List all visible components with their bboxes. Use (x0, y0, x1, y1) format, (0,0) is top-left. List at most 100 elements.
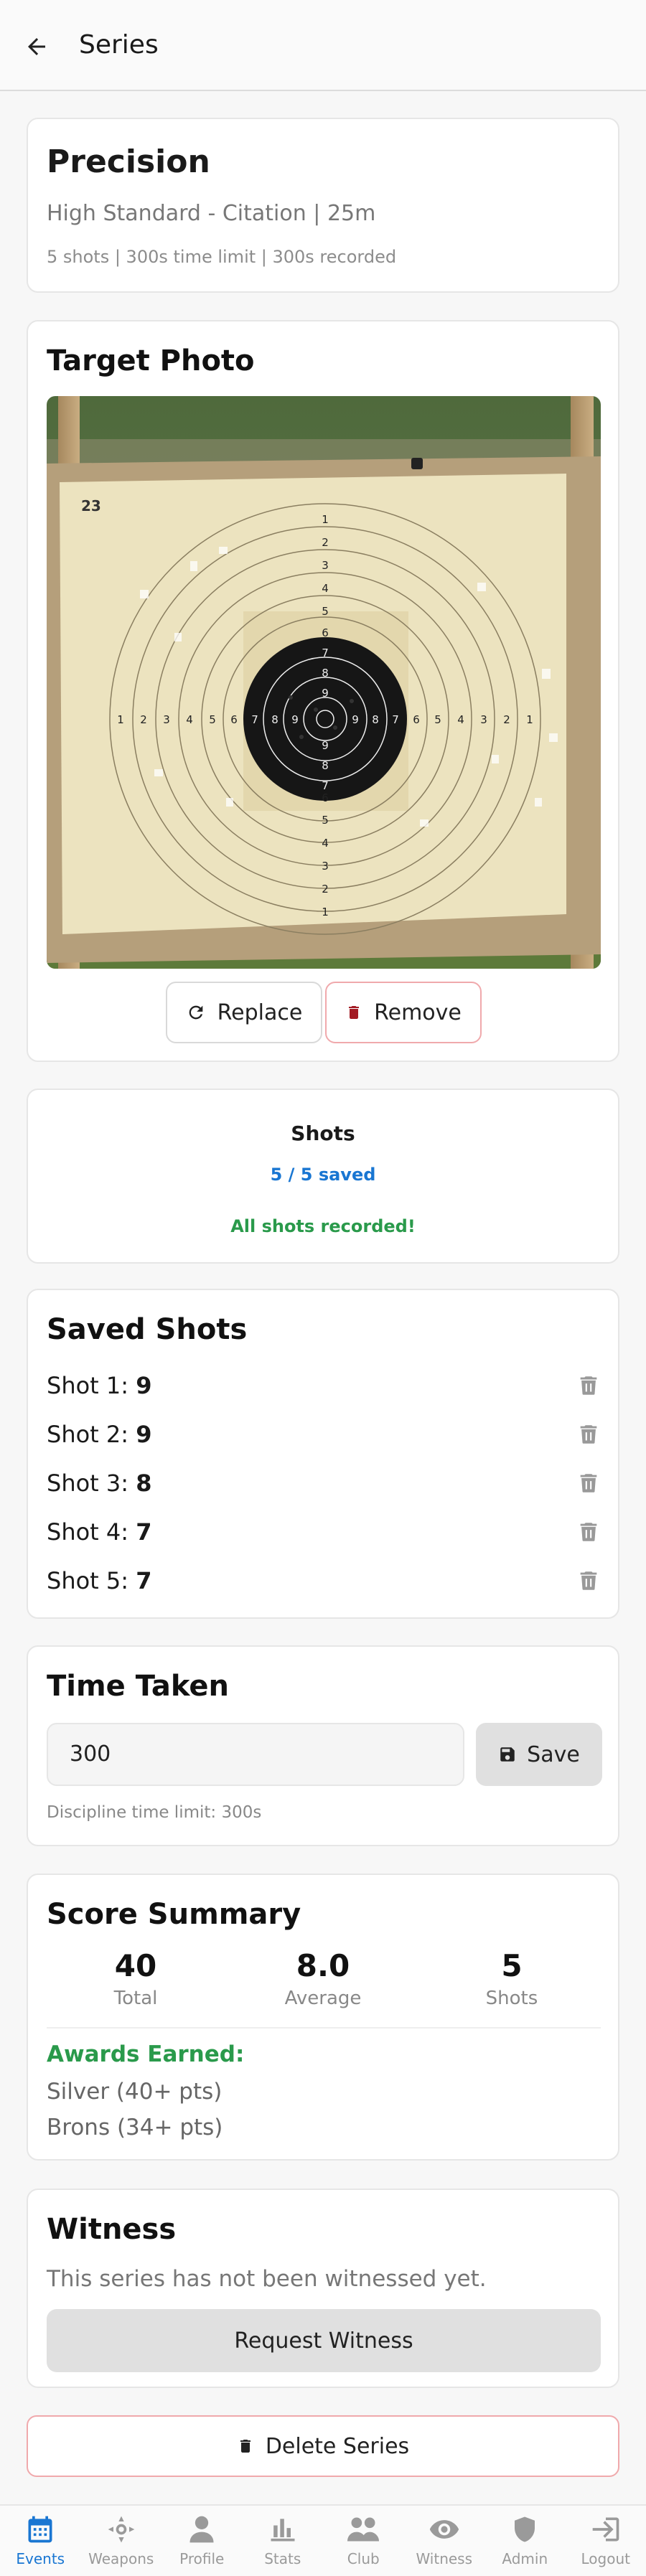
shot-row: Shot 5: 7 (47, 1559, 601, 1602)
back-button[interactable] (22, 32, 52, 62)
page-title: Series (79, 30, 159, 60)
time-input[interactable]: 300 (47, 1723, 464, 1786)
nav-label: Stats (264, 2550, 301, 2567)
discipline-subtitle: High Standard - Citation | 25m (47, 201, 376, 226)
shots-label: Shots (485, 1988, 538, 2009)
nav-admin[interactable]: Admin (484, 2506, 566, 2576)
svg-text:3: 3 (322, 860, 329, 873)
discipline-title: Precision (47, 144, 210, 180)
nav-label: Events (16, 2550, 65, 2567)
average-stat: 8.0 Average (251, 1948, 395, 2009)
svg-text:9: 9 (322, 687, 329, 700)
svg-text:9: 9 (322, 739, 329, 752)
total-value: 40 (114, 1948, 157, 1983)
shots-stat: 5 Shots (440, 1948, 584, 2009)
target-photo[interactable]: 1 2 3 4 5 6 1 2 3 4 5 6 1 2 3 4 5 6 6 5 (47, 396, 601, 969)
delete-shot-icon[interactable] (576, 1471, 601, 1495)
discipline-meta: 5 shots | 300s time limit | 300s recorde… (47, 247, 397, 267)
shield-icon (515, 2516, 535, 2542)
bar-chart-icon (271, 2519, 295, 2542)
svg-text:1: 1 (526, 713, 533, 726)
delete-shot-icon[interactable] (576, 1422, 601, 1447)
svg-text:23: 23 (81, 497, 101, 514)
users-icon (347, 2517, 380, 2542)
divider (47, 2027, 601, 2029)
shot-label: Shot 2: (47, 1421, 129, 1448)
remove-label: Remove (374, 1000, 462, 1025)
nav-label: Logout (581, 2550, 630, 2567)
svg-text:8: 8 (322, 759, 329, 772)
svg-text:8: 8 (372, 713, 379, 726)
refresh-icon (189, 1005, 202, 1020)
shots-saved-count: 5 / 5 saved (270, 1165, 376, 1185)
total-label: Total (113, 1988, 158, 2009)
nav-events[interactable]: Events (0, 2506, 81, 2576)
shot-row: Shot 2: 9 (47, 1412, 601, 1455)
target-photo-card: Target Photo 1 2 3 4 5 6 1 2 3 4 5 6 1 2… (27, 320, 619, 1062)
svg-text:9: 9 (291, 713, 299, 726)
svg-text:1: 1 (117, 713, 124, 726)
time-taken-heading: Time Taken (47, 1670, 229, 1703)
save-time-button[interactable]: Save (476, 1723, 602, 1786)
svg-text:5: 5 (209, 713, 216, 726)
witness-card: Witness This series has not been witness… (27, 2189, 619, 2388)
replace-photo-button[interactable]: Replace (166, 982, 322, 1043)
nav-logout[interactable]: Logout (566, 2506, 646, 2576)
svg-text:2: 2 (503, 713, 510, 726)
time-limit-hint: Discipline time limit: 300s (47, 1803, 262, 1822)
target-photo-image: 1 2 3 4 5 6 1 2 3 4 5 6 1 2 3 4 5 6 6 5 (47, 396, 601, 969)
arrow-left-icon (28, 38, 45, 55)
svg-text:7: 7 (251, 713, 258, 726)
svg-text:8: 8 (271, 713, 278, 726)
nav-label: Profile (179, 2550, 225, 2567)
nav-label: Weapons (88, 2550, 154, 2567)
shot-label: Shot 4: (47, 1518, 129, 1546)
shots-status-card: Shots 5 / 5 saved All shots recorded! (27, 1089, 619, 1264)
nav-witness[interactable]: Witness (404, 2506, 485, 2576)
svg-text:8: 8 (322, 667, 329, 680)
nav-label: Club (347, 2550, 380, 2567)
score-summary-heading: Score Summary (47, 1898, 301, 1931)
svg-text:4: 4 (457, 713, 464, 726)
svg-text:9: 9 (352, 713, 359, 726)
request-witness-button[interactable]: Request Witness (47, 2309, 601, 2372)
nav-weapons[interactable]: Weapons (81, 2506, 162, 2576)
logout-icon (592, 2517, 619, 2542)
nav-label: Witness (416, 2550, 473, 2567)
shot-row: Shot 3: 8 (47, 1461, 601, 1504)
delete-shot-icon[interactable] (576, 1520, 601, 1544)
svg-text:5: 5 (434, 713, 441, 726)
remove-photo-button[interactable]: Remove (325, 982, 482, 1043)
shot-value: 7 (136, 1518, 152, 1546)
discipline-card: Precision High Standard - Citation | 25m… (27, 118, 619, 293)
average-value: 8.0 (296, 1948, 350, 1983)
svg-text:7: 7 (322, 779, 329, 792)
delete-shot-icon[interactable] (576, 1569, 601, 1593)
replace-label: Replace (217, 1000, 303, 1025)
eye-icon (429, 2520, 459, 2539)
time-taken-card: Time Taken 300 Save Discipline time limi… (27, 1645, 619, 1846)
average-label: Average (284, 1988, 362, 2009)
shot-value: 8 (136, 1470, 152, 1497)
shot-label: Shot 1: (47, 1372, 129, 1399)
nav-club[interactable]: Club (323, 2506, 404, 2576)
svg-text:2: 2 (322, 536, 329, 549)
awards-heading: Awards Earned: (47, 2041, 245, 2067)
target-photo-heading: Target Photo (47, 344, 255, 377)
nav-label: Admin (502, 2550, 548, 2567)
nav-stats[interactable]: Stats (243, 2506, 324, 2576)
svg-text:6: 6 (230, 713, 238, 726)
delete-series-button[interactable]: Delete Series (27, 2415, 619, 2477)
delete-shot-icon[interactable] (576, 1373, 601, 1398)
svg-text:4: 4 (186, 713, 193, 726)
delete-series-label: Delete Series (265, 2433, 410, 2459)
svg-text:1: 1 (322, 513, 329, 526)
svg-text:5: 5 (322, 814, 329, 827)
bottom-navigation: Events Weapons Profile Stats Club Witnes… (0, 2504, 646, 2576)
nav-profile[interactable]: Profile (162, 2506, 243, 2576)
shots-value: 5 (501, 1948, 523, 1983)
shot-value: 7 (136, 1567, 152, 1594)
witness-message: This series has not been witnessed yet. (47, 2266, 487, 2292)
svg-text:3: 3 (163, 713, 170, 726)
svg-text:3: 3 (480, 713, 487, 726)
